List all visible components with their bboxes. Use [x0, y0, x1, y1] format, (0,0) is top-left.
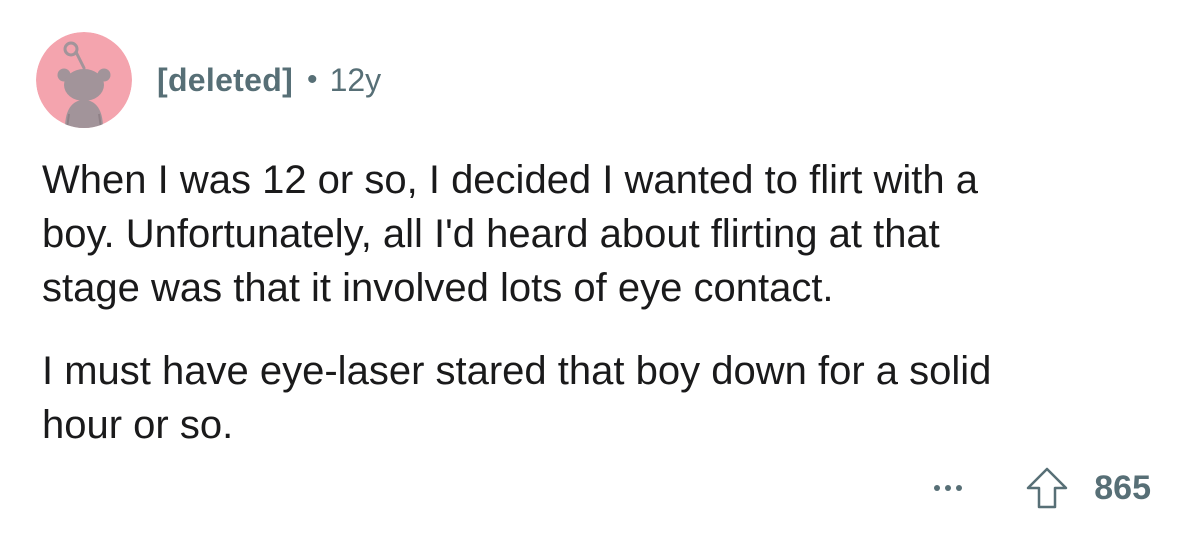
avatar[interactable] [36, 32, 132, 128]
comment-paragraph: When I was 12 or so, I decided I wanted … [42, 158, 979, 310]
vote-score: 865 [1094, 468, 1151, 507]
author-username[interactable]: [deleted] [157, 62, 293, 99]
snoo-avatar-icon [36, 32, 132, 128]
comment-body: When I was 12 or so, I decided I wanted … [42, 153, 1142, 452]
comment-card: [deleted] • 12y When I was 12 or so, I d… [0, 0, 1179, 538]
meta-separator: • [307, 63, 318, 96]
comment-paragraph: I must have eye-laser stared that boy do… [42, 349, 992, 447]
dot-glyph [934, 485, 941, 491]
comment-header: [deleted] • 12y [36, 32, 381, 128]
comment-actions: 865 [934, 463, 1151, 513]
upvote-arrow-icon[interactable] [1024, 465, 1070, 511]
more-options-icon[interactable] [934, 485, 963, 491]
comment-age: 12y [329, 61, 382, 98]
dot-glyph [945, 485, 952, 491]
dot-glyph [956, 485, 963, 491]
